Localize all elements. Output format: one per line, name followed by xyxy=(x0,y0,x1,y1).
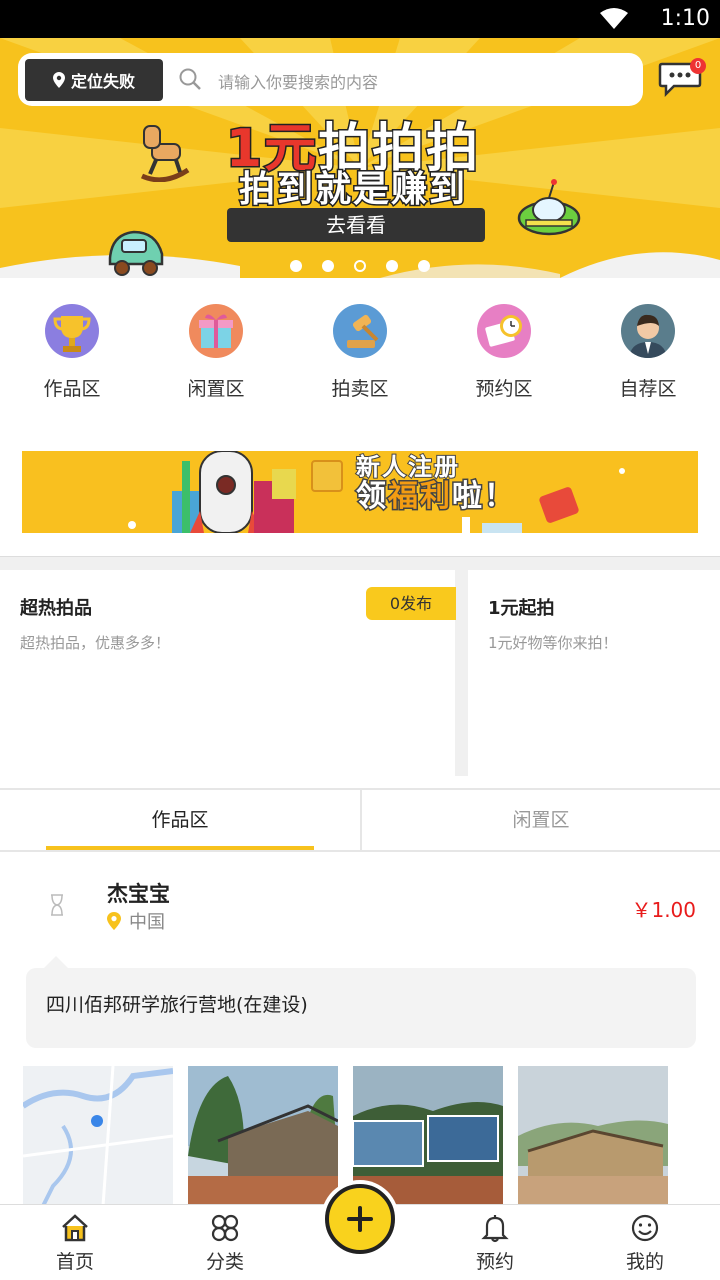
nav-profile[interactable]: 我的 xyxy=(585,1205,705,1280)
category-item-idle[interactable]: 闲置区 xyxy=(144,290,288,420)
one-yuan-card[interactable]: 1元起拍 1元好物等你来拍！ xyxy=(468,570,720,776)
hot-items-card[interactable]: 超热拍品 超热拍品，优惠多多！ 0发布 xyxy=(0,570,456,776)
banner-subtitle: 拍到就是赚到 xyxy=(237,168,467,212)
nav-home[interactable]: 首页 xyxy=(15,1205,135,1280)
home-icon xyxy=(62,1214,88,1242)
post-image-map[interactable] xyxy=(23,1066,173,1206)
app-screen: 1:10 定位失败 请输入你要搜索的内容 0 1元拍拍拍 拍到就是赚到 去看看 … xyxy=(0,0,720,1280)
category-label: 自荐区 xyxy=(619,378,677,400)
search-bar[interactable]: 定位失败 请输入你要搜索的内容 xyxy=(18,53,643,106)
location-pin-icon xyxy=(107,912,121,930)
carousel-dot-active[interactable] xyxy=(354,260,366,272)
ufo-toy-icon xyxy=(517,179,581,236)
nav-label: 分类 xyxy=(205,1251,244,1273)
carousel-dot[interactable] xyxy=(322,260,334,272)
post-price: ￥1.00 xyxy=(631,898,696,922)
category-label: 预约区 xyxy=(475,378,533,400)
category-label: 作品区 xyxy=(43,378,101,400)
category-label: 闲置区 xyxy=(187,378,245,400)
search-input[interactable]: 请输入你要搜索的内容 xyxy=(218,69,378,93)
card-title: 超热拍品 xyxy=(20,598,92,619)
category-item-auction[interactable]: 拍卖区 xyxy=(288,290,432,420)
plus-icon-vertical xyxy=(358,1206,362,1232)
post-content: 四川佰邦研学旅行营地(在建设) xyxy=(46,994,308,1016)
new-user-subtitle: 领福利啦！ xyxy=(355,478,516,516)
section-divider xyxy=(0,556,720,570)
message-badge: 0 xyxy=(690,58,706,74)
post-content-bubble: 四川佰邦研学旅行营地(在建设) xyxy=(26,956,696,1048)
card-description: 超热拍品，优惠多多！ xyxy=(20,634,171,652)
new-user-banner[interactable]: 新人注册 领福利啦！ xyxy=(22,451,698,533)
tab-idle[interactable]: 闲置区 xyxy=(360,790,720,850)
category-grid: 作品区 闲置区 拍卖区 预约区 自荐区 xyxy=(0,290,720,420)
post-image-grid xyxy=(23,1066,668,1206)
post-image-billboard[interactable] xyxy=(353,1066,503,1206)
location-button[interactable]: 定位失败 xyxy=(25,59,163,101)
wifi-icon xyxy=(600,8,628,29)
avatar[interactable] xyxy=(44,892,70,918)
banner-cta-button[interactable]: 去看看 xyxy=(227,208,485,242)
category-icon xyxy=(211,1214,239,1242)
promo-banner[interactable]: 定位失败 请输入你要搜索的内容 0 1元拍拍拍 拍到就是赚到 去看看 xyxy=(0,38,720,278)
person-icon xyxy=(621,304,675,358)
post-image-site[interactable] xyxy=(518,1066,668,1206)
category-item-booking[interactable]: 预约区 xyxy=(432,290,576,420)
category-item-works[interactable]: 作品区 xyxy=(0,290,144,420)
carousel-indicator xyxy=(290,260,430,272)
nav-category[interactable]: 分类 xyxy=(165,1205,285,1280)
bell-icon xyxy=(481,1215,509,1243)
location-label: 定位失败 xyxy=(70,72,135,91)
card-description: 1元好物等你来拍！ xyxy=(488,634,618,652)
tab-works[interactable]: 作品区 xyxy=(0,790,360,850)
smiley-icon xyxy=(631,1214,659,1242)
gift-icon xyxy=(189,304,243,358)
rocking-horse-icon xyxy=(140,125,190,182)
card-title: 1元起拍 xyxy=(488,598,555,619)
publish-fab-button[interactable] xyxy=(325,1184,395,1254)
toy-car-icon xyxy=(108,230,164,276)
status-time: 1:10 xyxy=(660,6,710,31)
category-item-self-recommend[interactable]: 自荐区 xyxy=(576,290,720,420)
category-label: 拍卖区 xyxy=(331,378,389,400)
hot-cards: 超热拍品 超热拍品，优惠多多！ 0发布 1元起拍 1元好物等你来拍！ xyxy=(0,570,720,776)
content-tabs: 作品区 闲置区 xyxy=(0,788,720,852)
status-bar: 1:10 xyxy=(0,0,720,38)
nav-label: 我的 xyxy=(625,1251,664,1273)
post-card[interactable]: 杰宝宝 中国 ￥1.00 四川佰邦研学旅行营地(在建设) xyxy=(0,852,720,1206)
nav-label: 首页 xyxy=(55,1251,94,1273)
post-image-cabin[interactable] xyxy=(188,1066,338,1206)
clock-icon xyxy=(477,304,531,358)
location-pin-icon xyxy=(52,72,65,88)
carousel-dot[interactable] xyxy=(290,260,302,272)
post-username: 杰宝宝 xyxy=(107,882,170,906)
nav-booking[interactable]: 预约 xyxy=(435,1205,555,1280)
gavel-icon xyxy=(333,304,387,358)
carousel-dot[interactable] xyxy=(386,260,398,272)
post-location: 中国 xyxy=(107,908,165,934)
carousel-dot[interactable] xyxy=(418,260,430,272)
trophy-icon xyxy=(45,304,99,358)
nav-label: 预约 xyxy=(475,1251,514,1273)
search-icon xyxy=(179,68,201,90)
location-text: 中国 xyxy=(129,912,165,933)
publish-count-badge[interactable]: 0发布 xyxy=(366,587,456,620)
